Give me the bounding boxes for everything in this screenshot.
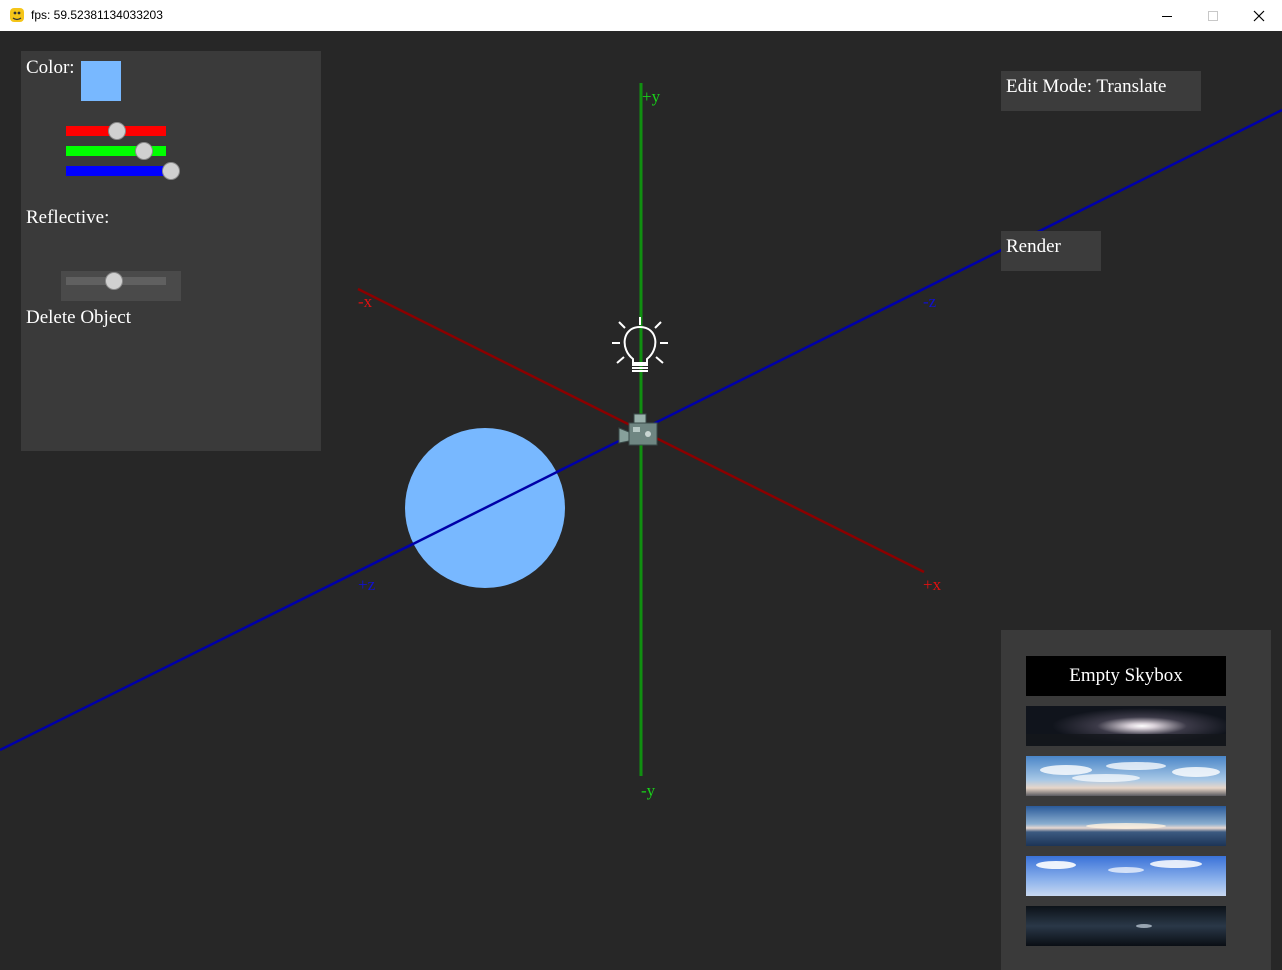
properties-panel: Color: Reflective: Delete Object (21, 51, 321, 451)
skybox-thumbnail-dark-night[interactable] (1026, 906, 1226, 946)
night-nebula-image (1026, 706, 1226, 746)
color-swatch (81, 61, 121, 101)
dark-night-image (1026, 906, 1226, 946)
clear-sky-image (1026, 856, 1226, 896)
cloudy-day-image (1026, 756, 1226, 796)
delete-object-button[interactable]: Delete Object (26, 307, 131, 329)
skybox-thumbnail-clear-sky[interactable] (1026, 856, 1226, 896)
axis-label-neg-y: -y (641, 781, 656, 800)
window-title: fps: 59.52381134033203 (31, 8, 163, 22)
minimize-button[interactable] (1144, 0, 1190, 31)
render-button[interactable]: Render (1001, 231, 1101, 271)
axis-label-pos-z: +z (358, 575, 376, 594)
camera-icon[interactable] (618, 413, 658, 446)
axis-label-pos-y: +y (642, 87, 661, 106)
minimize-icon (1162, 15, 1172, 17)
maximize-icon (1208, 10, 1218, 21)
edit-mode-button[interactable]: Edit Mode: Translate (1001, 71, 1201, 111)
3d-viewport[interactable]: +y -y -x +x -z +z Color: Reflective: Del… (0, 31, 1282, 970)
close-button[interactable] (1236, 0, 1282, 31)
skybox-thumbnail-night-nebula[interactable] (1026, 706, 1226, 746)
red-slider-knob[interactable] (108, 122, 126, 140)
color-label: Color: (26, 57, 75, 78)
axis-label-neg-x: -x (358, 292, 373, 311)
reflective-slider-knob[interactable] (105, 272, 123, 290)
blue-slider-knob[interactable] (162, 162, 180, 180)
pygame-snake-icon (10, 8, 24, 22)
close-icon (1253, 10, 1265, 21)
sunset-horizon-image (1026, 806, 1226, 846)
axis-label-neg-z: -z (923, 292, 937, 311)
blue-slider-track[interactable] (66, 166, 171, 176)
green-slider-knob[interactable] (135, 142, 153, 160)
skybox-panel: Empty Skybox (1001, 630, 1271, 970)
axis-label-pos-x: +x (923, 575, 942, 594)
maximize-button[interactable] (1190, 0, 1236, 31)
empty-skybox-button[interactable]: Empty Skybox (1026, 656, 1226, 696)
reflective-slider[interactable] (61, 271, 181, 301)
skybox-thumbnail-sunset-horizon[interactable] (1026, 806, 1226, 846)
window-titlebar: fps: 59.52381134033203 (0, 0, 1282, 32)
reflective-label: Reflective: (26, 207, 110, 228)
skybox-thumbnail-cloudy-day[interactable] (1026, 756, 1226, 796)
